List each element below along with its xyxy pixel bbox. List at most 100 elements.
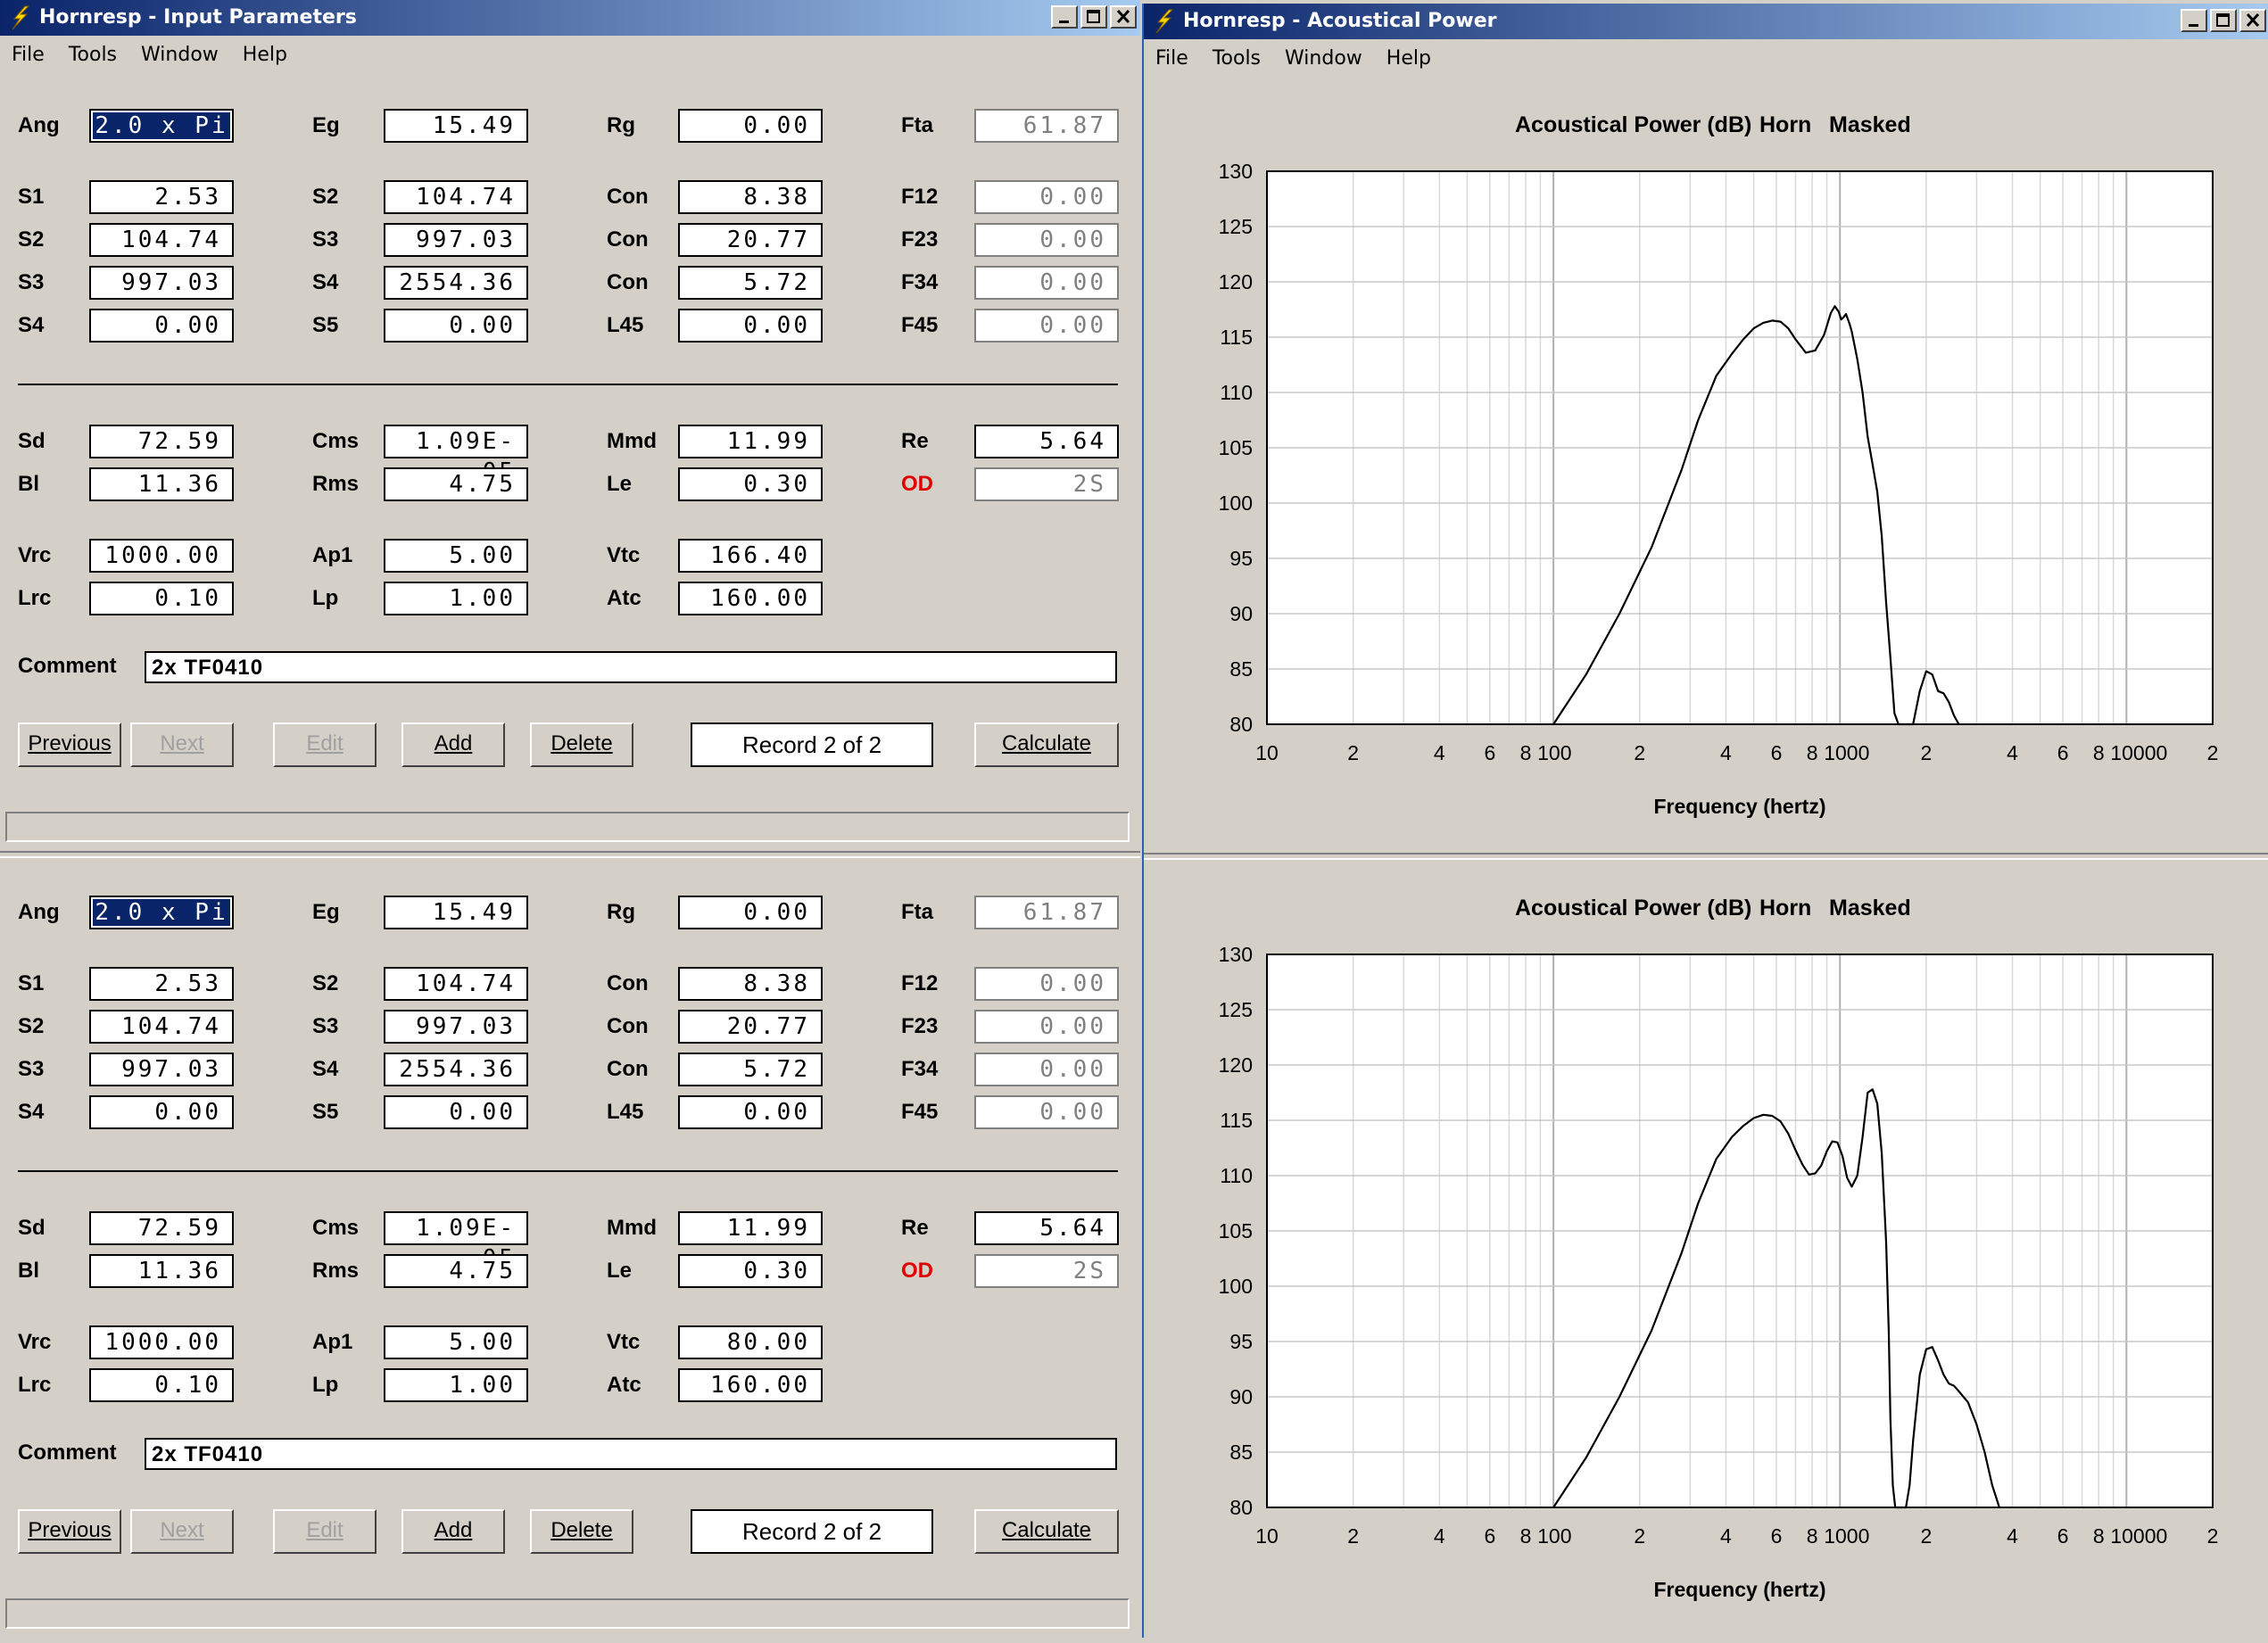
next-button[interactable]: Next <box>130 722 234 767</box>
menu-help[interactable]: Help <box>1386 47 1431 70</box>
field-atc[interactable]: 160.00 <box>678 582 823 615</box>
field-mmd[interactable]: 11.99 <box>678 1211 823 1245</box>
field-con2[interactable]: 20.77 <box>678 223 823 257</box>
field-l45[interactable]: 0.00 <box>678 1095 823 1129</box>
add-button[interactable]: Add <box>401 1509 505 1554</box>
menu-help[interactable]: Help <box>243 44 287 66</box>
field-f45[interactable]: 0.00 <box>974 309 1119 343</box>
minimize-button[interactable] <box>2181 9 2207 32</box>
close-button[interactable] <box>2239 9 2266 32</box>
field-mmd[interactable]: 11.99 <box>678 425 823 458</box>
field-sd[interactable]: 72.59 <box>89 1211 234 1245</box>
field-vtc[interactable]: 166.40 <box>678 539 823 573</box>
field-s4a[interactable]: 2554.36 <box>384 1053 528 1086</box>
field-od[interactable]: 2S <box>974 467 1119 501</box>
field-re[interactable]: 5.64 <box>974 425 1119 458</box>
field-ang[interactable]: 2.0 x Pi <box>89 109 234 143</box>
maximize-button[interactable] <box>2210 9 2237 32</box>
field-cms[interactable]: 1.09E-05 <box>384 425 528 485</box>
field-lp[interactable]: 1.00 <box>384 1368 528 1402</box>
field-rg[interactable]: 0.00 <box>678 109 823 143</box>
field-bl[interactable]: 11.36 <box>89 467 234 501</box>
previous-button[interactable]: Previous <box>18 722 121 767</box>
add-button[interactable]: Add <box>401 722 505 767</box>
field-con3[interactable]: 5.72 <box>678 266 823 300</box>
menu-file[interactable]: File <box>12 44 45 66</box>
field-l45[interactable]: 0.00 <box>678 309 823 343</box>
field-vrc[interactable]: 1000.00 <box>89 1325 234 1359</box>
field-s2[interactable]: 104.74 <box>89 1010 234 1044</box>
field-s3[interactable]: 997.03 <box>89 266 234 300</box>
field-con2[interactable]: 20.77 <box>678 1010 823 1044</box>
field-od[interactable]: 2S <box>974 1254 1119 1288</box>
field-lrc[interactable]: 0.10 <box>89 582 234 615</box>
field-lrc[interactable]: 0.10 <box>89 1368 234 1402</box>
field-fta[interactable]: 61.87 <box>974 109 1119 143</box>
next-button[interactable]: Next <box>130 1509 234 1554</box>
field-s2a[interactable]: 104.74 <box>384 180 528 214</box>
field-s1[interactable]: 2.53 <box>89 967 234 1001</box>
field-eg[interactable]: 15.49 <box>384 109 528 143</box>
field-s4[interactable]: 0.00 <box>89 309 234 343</box>
field-lp[interactable]: 1.00 <box>384 582 528 615</box>
field-vrc[interactable]: 1000.00 <box>89 539 234 573</box>
field-ap1[interactable]: 5.00 <box>384 1325 528 1359</box>
comment-field[interactable]: 2x TF0410 <box>145 1438 1117 1470</box>
menu-tools[interactable]: Tools <box>69 44 117 66</box>
field-atc[interactable]: 160.00 <box>678 1368 823 1402</box>
field-s3a[interactable]: 997.03 <box>384 223 528 257</box>
field-s4a[interactable]: 2554.36 <box>384 266 528 300</box>
field-s3a[interactable]: 997.03 <box>384 1010 528 1044</box>
field-con1[interactable]: 8.38 <box>678 967 823 1001</box>
comment-field[interactable]: 2x TF0410 <box>145 651 1117 683</box>
field-s1[interactable]: 2.53 <box>89 180 234 214</box>
minimize-button[interactable] <box>1051 5 1078 29</box>
delete-button[interactable]: Delete <box>530 1509 633 1554</box>
label-s4a: S4 <box>312 270 339 294</box>
field-s2[interactable]: 104.74 <box>89 223 234 257</box>
field-vtc[interactable]: 80.00 <box>678 1325 823 1359</box>
menu-window[interactable]: Window <box>1285 47 1362 70</box>
field-ap1[interactable]: 5.00 <box>384 539 528 573</box>
field-f45[interactable]: 0.00 <box>974 1095 1119 1129</box>
power-window-titlebar[interactable]: Hornresp - Acoustical Power <box>1144 4 2268 39</box>
field-rms[interactable]: 4.75 <box>384 1254 528 1288</box>
menu-window[interactable]: Window <box>141 44 219 66</box>
field-f34[interactable]: 0.00 <box>974 1053 1119 1086</box>
input-window-titlebar[interactable]: Hornresp - Input Parameters <box>0 0 1140 36</box>
field-fta[interactable]: 61.87 <box>974 896 1119 929</box>
field-ang[interactable]: 2.0 x Pi <box>89 896 234 929</box>
field-rg[interactable]: 0.00 <box>678 896 823 929</box>
field-bl[interactable]: 11.36 <box>89 1254 234 1288</box>
calculate-button[interactable]: Calculate <box>974 722 1119 767</box>
field-cms[interactable]: 1.09E-05 <box>384 1211 528 1272</box>
field-f12[interactable]: 0.00 <box>974 180 1119 214</box>
field-f23[interactable]: 0.00 <box>974 223 1119 257</box>
field-con3[interactable]: 5.72 <box>678 1053 823 1086</box>
calculate-button[interactable]: Calculate <box>974 1509 1119 1554</box>
field-f12[interactable]: 0.00 <box>974 967 1119 1001</box>
field-f23[interactable]: 0.00 <box>974 1010 1119 1044</box>
menu-tools[interactable]: Tools <box>1213 47 1261 70</box>
close-button[interactable] <box>1110 5 1137 29</box>
field-s3[interactable]: 997.03 <box>89 1053 234 1086</box>
menu-file[interactable]: File <box>1155 47 1188 70</box>
power-chart-svg: 8085909510010511011512012513010 2 4 6 8 100 2 4… <box>1219 160 2219 818</box>
field-con1[interactable]: 8.38 <box>678 180 823 214</box>
field-s4[interactable]: 0.00 <box>89 1095 234 1129</box>
edit-button[interactable]: Edit <box>273 1509 377 1554</box>
field-s5[interactable]: 0.00 <box>384 309 528 343</box>
field-sd[interactable]: 72.59 <box>89 425 234 458</box>
field-s2a[interactable]: 104.74 <box>384 967 528 1001</box>
field-rms[interactable]: 4.75 <box>384 467 528 501</box>
field-eg[interactable]: 15.49 <box>384 896 528 929</box>
maximize-button[interactable] <box>1080 5 1107 29</box>
field-le[interactable]: 0.30 <box>678 467 823 501</box>
field-re[interactable]: 5.64 <box>974 1211 1119 1245</box>
field-s5[interactable]: 0.00 <box>384 1095 528 1129</box>
field-f34[interactable]: 0.00 <box>974 266 1119 300</box>
edit-button[interactable]: Edit <box>273 722 377 767</box>
delete-button[interactable]: Delete <box>530 722 633 767</box>
field-le[interactable]: 0.30 <box>678 1254 823 1288</box>
previous-button[interactable]: Previous <box>18 1509 121 1554</box>
